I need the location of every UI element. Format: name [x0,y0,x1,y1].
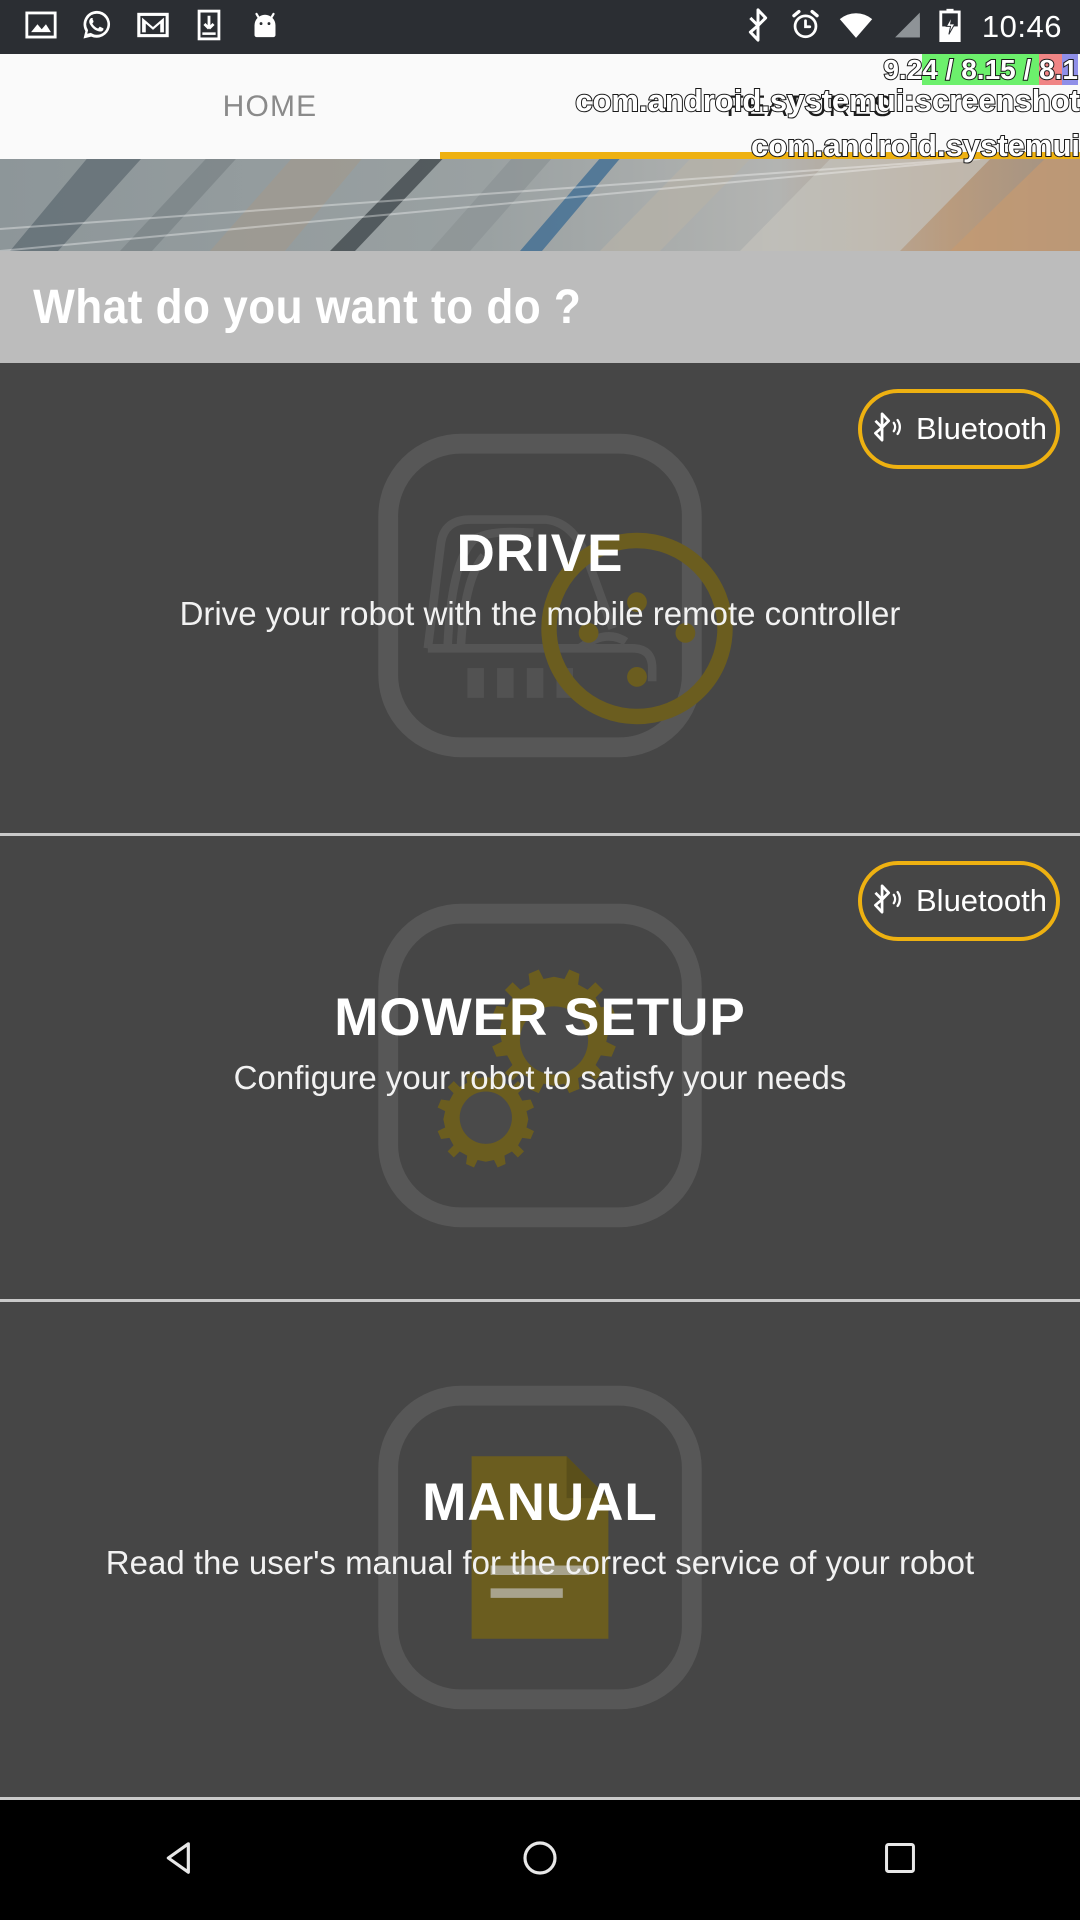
card-drive[interactable]: Bluetooth DRIVE Drive your robot with th… [0,363,1080,836]
page-title: What do you want to do ? [33,280,582,334]
tab-features[interactable]: FEATURES [540,54,1080,159]
alarm-icon [789,8,822,46]
tab-bar: HOME FEATURES [0,54,1080,159]
nav-back-button[interactable] [90,1800,270,1920]
card-manual-subtitle: Read the user's manual for the correct s… [105,1544,975,1581]
nav-home-button[interactable] [450,1800,630,1920]
cellular-signal-icon [890,10,922,45]
card-mower-setup[interactable]: Bluetooth MOWER SETUP Configure your rob… [0,836,1080,1302]
back-triangle-icon [160,1838,200,1883]
tab-home-label: HOME [222,89,318,123]
gmail-icon [136,8,170,47]
tab-home[interactable]: HOME [0,54,540,159]
action-cards-list: Bluetooth DRIVE Drive your robot with th… [0,363,1080,1800]
section-header-band: What do you want to do ? [0,251,1080,363]
tab-features-label: FEATURES [726,89,894,123]
status-bar-left-icons [0,8,282,47]
battery-charging-icon [938,8,962,47]
bluetooth-button-drive[interactable]: Bluetooth [858,389,1060,469]
android-navigation-bar [0,1800,1080,1920]
bluetooth-button-label: Bluetooth [916,411,1047,446]
android-head-icon [248,8,282,47]
status-bar: 10:46 [0,0,1080,54]
banner-graphic [0,159,1080,251]
bluetooth-button-label: Bluetooth [916,883,1047,918]
gallery-icon [24,8,58,47]
card-mower-setup-subtitle: Configure your robot to satisfy your nee… [233,1059,847,1096]
download-icon [192,8,226,47]
card-mower-setup-title: MOWER SETUP [334,988,746,1047]
card-manual-title: MANUAL [422,1473,658,1532]
wifi-icon [838,10,874,45]
card-drive-title: DRIVE [456,524,624,583]
status-bar-right-icons: 10:46 [743,7,1080,47]
bluetooth-audio-icon [871,881,903,922]
whatsapp-icon [80,8,114,47]
home-circle-icon [520,1838,560,1883]
bluetooth-button-mower-setup[interactable]: Bluetooth [858,861,1060,941]
bluetooth-icon [743,7,773,47]
nav-recents-button[interactable] [810,1800,990,1920]
card-manual[interactable]: MANUAL Read the user's manual for the co… [0,1302,1080,1800]
bluetooth-audio-icon [871,409,903,450]
status-bar-clock: 10:46 [981,9,1062,44]
hero-banner-image [0,159,1080,251]
recents-square-icon [881,1839,919,1882]
card-drive-subtitle: Drive your robot with the mobile remote … [179,595,901,632]
tab-indicator [440,152,1080,159]
